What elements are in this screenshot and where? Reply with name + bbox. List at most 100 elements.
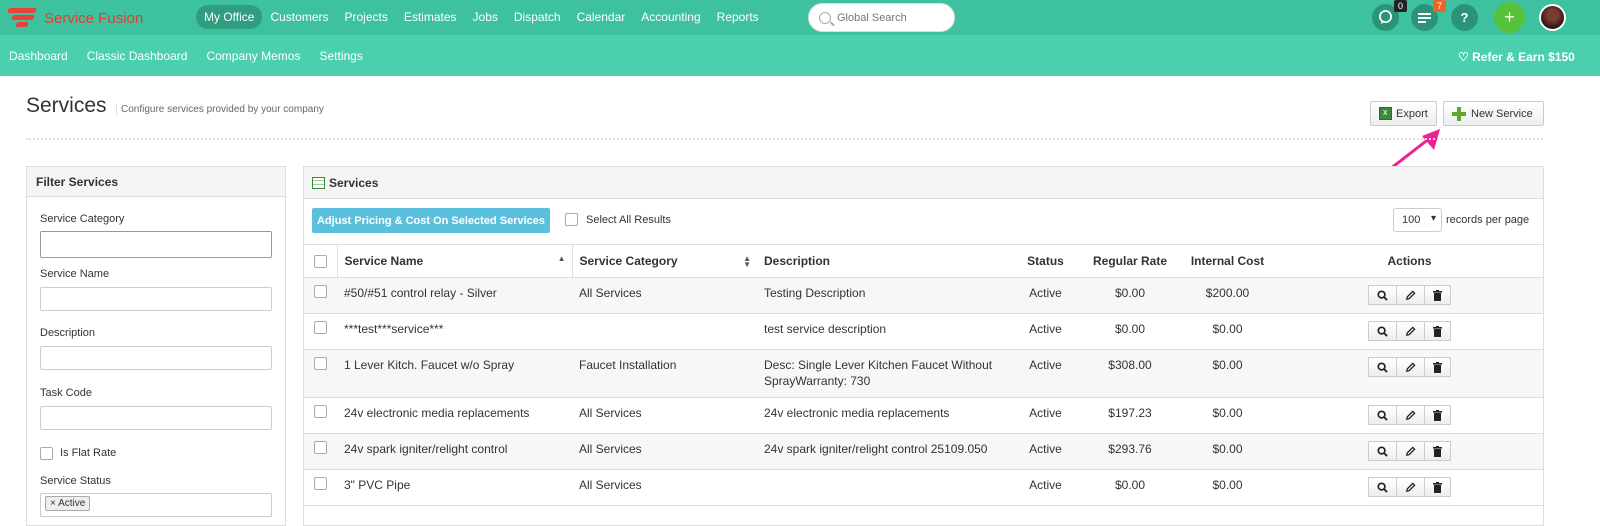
row-actions [1367,357,1451,377]
column-description: Description [757,244,1010,278]
notifications-badge: 7 [1432,0,1446,12]
service-status-select[interactable]: × Active [40,493,272,517]
view-button[interactable] [1367,477,1397,497]
delete-button[interactable] [1423,405,1451,425]
global-search[interactable] [808,3,955,32]
internal-cost-cell: $0.00 [1179,433,1276,470]
nav-item-estimates[interactable]: Estimates [396,5,465,29]
table-header-row: Service Name ▲ Service Category ▲ ▼ Descrip… [304,244,1543,278]
select-all-label: Select All Results [586,213,671,226]
service-name-cell: #50/#51 control relay - Silver [337,277,572,314]
nav-item-projects[interactable]: Projects [336,5,395,29]
subnav-item-company-memos[interactable]: Company Memos [206,49,300,63]
description-input[interactable] [40,346,272,370]
actions-cell [1276,277,1543,314]
new-service-label: New Service [1471,107,1533,120]
nav-item-my-office[interactable]: My Office [196,5,263,29]
nav-item-accounting[interactable]: Accounting [633,5,708,29]
edit-button[interactable] [1395,477,1425,497]
view-button[interactable] [1367,321,1397,341]
sort-icon: ▲ ▼ [743,254,751,269]
column-internal-cost: Internal Cost [1179,244,1276,278]
nav-item-customers[interactable]: Customers [262,5,336,29]
column-service-name[interactable]: Service Name ▲ [336,244,572,278]
row-checkbox[interactable] [314,285,327,298]
internal-cost-cell: $200.00 [1179,277,1276,314]
status-cell: Active [1010,349,1081,398]
help-button[interactable]: ? [1451,4,1478,31]
regular-rate-cell: $0.00 [1081,469,1179,506]
user-avatar[interactable] [1539,4,1566,31]
chat-button[interactable]: 0 [1372,0,1407,31]
services-panel-header: Services [304,167,1543,199]
plus-icon [1452,106,1466,121]
notifications-button[interactable]: 7 [1411,0,1446,31]
column-service-category[interactable]: Service Category ▲ ▼ [571,244,757,278]
description-cell: Testing Description [757,277,1010,314]
edit-button[interactable] [1395,357,1425,377]
edit-button[interactable] [1395,285,1425,305]
subnav-item-classic-dashboard[interactable]: Classic Dashboard [87,49,188,63]
column-service-category-label: Service Category [579,254,678,268]
services-table: Service Name ▲ Service Category ▲ ▼ Descrip… [304,244,1543,506]
delete-button[interactable] [1423,357,1451,377]
new-service-button[interactable]: New Service [1443,101,1544,126]
trash-icon [1432,445,1442,457]
status-tag-active[interactable]: × Active [45,496,91,511]
adjust-pricing-button[interactable]: Adjust Pricing & Cost On Selected Servic… [312,208,550,233]
select-all-checkbox[interactable] [565,213,578,226]
edit-button[interactable] [1395,321,1425,341]
edit-button[interactable] [1395,405,1425,425]
description-cell: 24v spark igniter/relight control 25109.… [757,433,1010,470]
row-actions [1367,405,1451,425]
nav-item-calendar[interactable]: Calendar [569,5,634,29]
quick-add-button[interactable]: + [1494,2,1525,33]
description-cell: Desc: Single Lever Kitchen Faucet Withou… [757,349,1010,398]
row-checkbox[interactable] [314,441,327,454]
delete-button[interactable] [1423,321,1451,341]
header-divider [26,138,1543,140]
task-code-label: Task Code [40,387,92,399]
export-button[interactable]: Export [1370,101,1437,126]
row-checkbox[interactable] [314,477,327,490]
table-row: 24v electronic media replacements All Ser… [304,397,1543,434]
header-select-checkbox[interactable] [313,255,327,269]
service-category-cell: All Services [572,277,757,314]
service-name-cell: 3" PVC Pipe [337,469,572,506]
page-title: Services [26,94,107,117]
view-button[interactable] [1367,441,1397,461]
subnav-item-settings[interactable]: Settings [319,49,362,63]
magnifier-icon [1376,289,1388,301]
magnifier-icon [1376,361,1388,373]
brand-logo[interactable]: Service Fusion [6,4,143,32]
view-button[interactable] [1367,285,1397,305]
row-actions [1367,321,1451,341]
task-code-input[interactable] [40,406,272,430]
actions-cell [1276,469,1543,506]
select-all-results[interactable]: Select All Results [565,213,671,226]
nav-item-reports[interactable]: Reports [709,5,767,29]
global-search-input[interactable] [837,11,947,24]
flat-rate-checkbox[interactable] [40,447,53,460]
table-row: #50/#51 control relay - Silver All Servic… [304,277,1543,314]
nav-item-dispatch[interactable]: Dispatch [506,5,569,29]
delete-button[interactable] [1423,441,1451,461]
view-button[interactable] [1367,405,1397,425]
status-cell: Active [1010,433,1081,470]
refer-earn-link[interactable]: ♡ Refer & Earn $150 [1458,50,1575,64]
row-checkbox[interactable] [314,357,327,370]
subnav-item-dashboard[interactable]: Dashboard [9,49,68,63]
service-name-input[interactable] [40,287,272,311]
row-select-cell [304,313,337,350]
status-cell: Active [1010,313,1081,350]
heart-icon: ♡ [1458,50,1469,64]
row-checkbox[interactable] [314,321,327,334]
row-checkbox[interactable] [314,405,327,418]
nav-item-jobs[interactable]: Jobs [465,5,506,29]
service-category-input[interactable] [40,231,272,258]
delete-button[interactable] [1423,477,1451,497]
view-button[interactable] [1367,357,1397,377]
edit-button[interactable] [1395,441,1425,461]
records-per-page-select[interactable]: 100 [1393,208,1442,232]
delete-button[interactable] [1423,285,1451,305]
